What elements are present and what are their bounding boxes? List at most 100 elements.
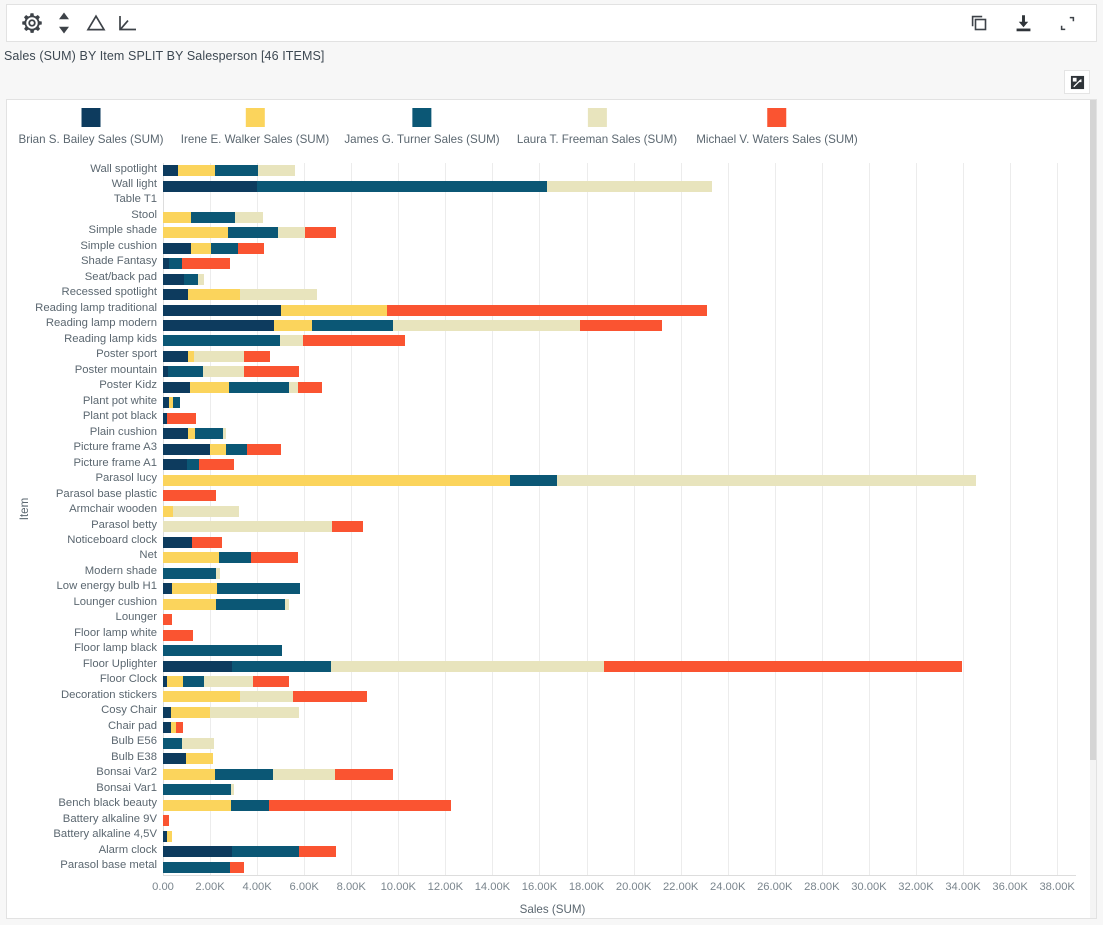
bar-segment[interactable]	[163, 382, 190, 393]
bar-row[interactable]	[163, 225, 336, 240]
bar-segment[interactable]	[163, 274, 184, 285]
bar-segment[interactable]	[184, 274, 198, 285]
bar-segment[interactable]	[195, 428, 223, 439]
bar-segment[interactable]	[240, 289, 317, 300]
legend-item[interactable]: Brian S. Bailey Sales (SUM)	[19, 108, 164, 146]
bar-segment[interactable]	[228, 227, 278, 238]
bar-segment[interactable]	[188, 289, 239, 300]
bar-segment[interactable]	[244, 366, 299, 377]
legend-toggle-icon[interactable]	[1064, 70, 1090, 94]
bar-segment[interactable]	[188, 428, 195, 439]
bar-row[interactable]	[163, 643, 282, 658]
bar-segment[interactable]	[163, 459, 187, 470]
bar-row[interactable]	[163, 627, 193, 642]
bar-row[interactable]	[163, 860, 244, 875]
bar-segment[interactable]	[163, 351, 188, 362]
bar-segment[interactable]	[190, 382, 229, 393]
bar-row[interactable]	[163, 488, 216, 503]
bar-segment[interactable]	[163, 862, 230, 873]
bar-segment[interactable]	[299, 846, 336, 857]
bar-segment[interactable]	[163, 568, 216, 579]
bar-segment[interactable]	[173, 506, 239, 517]
bar-segment[interactable]	[163, 815, 169, 826]
bar-row[interactable]	[163, 565, 220, 580]
bar-row[interactable]	[163, 349, 270, 364]
bar-row[interactable]	[163, 581, 300, 596]
bar-segment[interactable]	[305, 227, 336, 238]
bar-segment[interactable]	[194, 351, 244, 362]
bar-segment[interactable]	[335, 769, 394, 780]
bar-segment[interactable]	[217, 583, 300, 594]
bar-segment[interactable]	[163, 738, 182, 749]
bar-segment[interactable]	[210, 707, 300, 718]
bar-segment[interactable]	[163, 722, 171, 733]
bar-segment[interactable]	[219, 552, 252, 563]
bar-segment[interactable]	[163, 537, 192, 548]
bar-segment[interactable]	[510, 475, 557, 486]
bar-segment[interactable]	[182, 738, 214, 749]
bar-segment[interactable]	[223, 428, 226, 439]
bar-row[interactable]	[163, 519, 363, 534]
bar-segment[interactable]	[244, 351, 270, 362]
settings-gear-icon[interactable]	[17, 8, 47, 38]
bar-segment[interactable]	[240, 691, 293, 702]
bar-segment[interactable]	[604, 661, 962, 672]
bar-segment[interactable]	[163, 165, 178, 176]
bar-segment[interactable]	[163, 289, 188, 300]
triangle-shape-icon[interactable]	[81, 8, 111, 38]
bar-segment[interactable]	[199, 459, 234, 470]
bar-segment[interactable]	[163, 305, 281, 316]
bar-segment[interactable]	[580, 320, 662, 331]
bar-segment[interactable]	[557, 475, 976, 486]
bar-row[interactable]	[163, 426, 226, 441]
bar-segment[interactable]	[251, 552, 297, 563]
bar-row[interactable]	[163, 813, 169, 828]
bar-segment[interactable]	[172, 583, 217, 594]
bar-segment[interactable]	[191, 243, 211, 254]
bar-segment[interactable]	[285, 599, 289, 610]
bar-row[interactable]	[163, 271, 204, 286]
bar-row[interactable]	[163, 287, 317, 302]
bar-segment[interactable]	[163, 243, 191, 254]
bar-row[interactable]	[163, 798, 451, 813]
bar-segment[interactable]	[273, 769, 335, 780]
bar-segment[interactable]	[167, 676, 183, 687]
bar-segment[interactable]	[387, 305, 707, 316]
bar-segment[interactable]	[163, 490, 216, 501]
bar-segment[interactable]	[163, 506, 173, 517]
bar-segment[interactable]	[163, 846, 232, 857]
bar-row[interactable]	[163, 844, 336, 859]
bar-segment[interactable]	[280, 335, 302, 346]
bar-segment[interactable]	[163, 552, 219, 563]
bar-segment[interactable]	[298, 382, 322, 393]
bar-row[interactable]	[163, 767, 393, 782]
bar-row[interactable]	[163, 364, 299, 379]
bar-row[interactable]	[163, 689, 367, 704]
bar-segment[interactable]	[163, 614, 172, 625]
bar-segment[interactable]	[204, 676, 253, 687]
copy-icon[interactable]	[964, 8, 994, 38]
bar-segment[interactable]	[173, 397, 180, 408]
bar-row[interactable]	[163, 720, 183, 735]
bar-row[interactable]	[163, 705, 299, 720]
bar-segment[interactable]	[187, 459, 199, 470]
bar-segment[interactable]	[163, 475, 510, 486]
legend-item[interactable]: Laura T. Freeman Sales (SUM)	[517, 108, 677, 146]
bar-segment[interactable]	[289, 382, 298, 393]
bar-segment[interactable]	[274, 320, 313, 331]
bar-row[interactable]	[163, 442, 281, 457]
bar-row[interactable]	[163, 550, 298, 565]
bar-segment[interactable]	[163, 444, 210, 455]
bar-row[interactable]	[163, 751, 213, 766]
bar-segment[interactable]	[230, 862, 244, 873]
bar-row[interactable]	[163, 395, 180, 410]
bar-row[interactable]	[163, 333, 405, 348]
sort-updown-icon[interactable]	[49, 8, 79, 38]
bar-row[interactable]	[163, 380, 322, 395]
bar-segment[interactable]	[257, 181, 546, 192]
bar-segment[interactable]	[163, 583, 172, 594]
bar-segment[interactable]	[163, 521, 332, 532]
bar-segment[interactable]	[163, 181, 257, 192]
bar-segment[interactable]	[192, 537, 222, 548]
bar-segment[interactable]	[163, 320, 274, 331]
